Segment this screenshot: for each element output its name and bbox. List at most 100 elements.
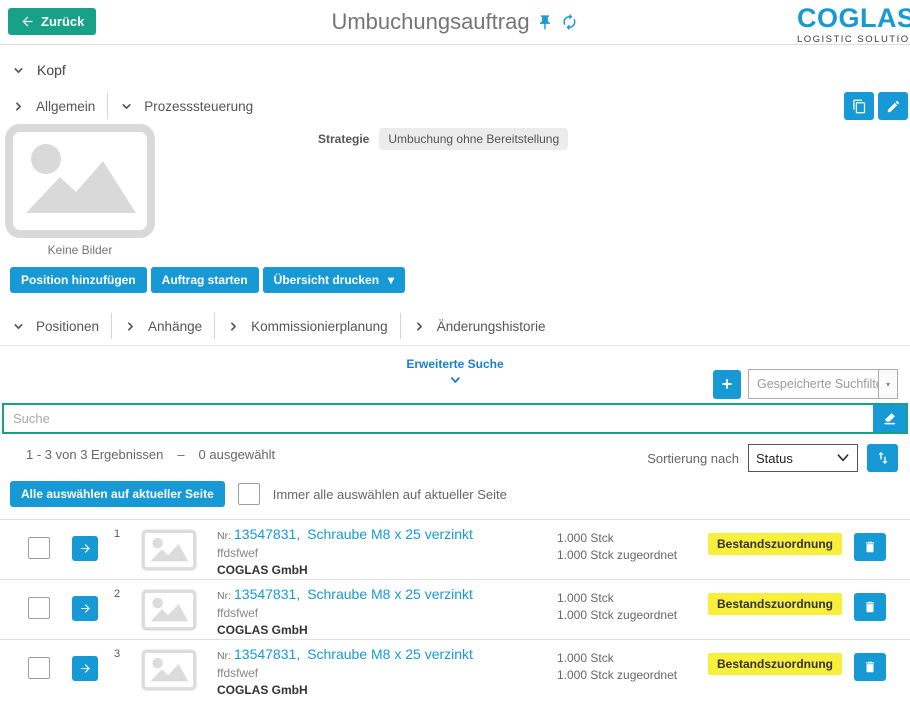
always-select-all-label: Immer alle auswählen auf aktueller Seite [273,487,507,502]
position-number: 13547831, [234,586,300,602]
copy-button[interactable] [844,92,874,120]
saved-filters-select[interactable]: Gespeicherte Suchfilter ▾ [748,369,898,399]
row-checkbox[interactable] [28,657,50,679]
image-placeholder-icon [4,123,156,239]
position-number: 13547831, [234,526,300,542]
back-button-label: Zurück [41,14,84,29]
positions-list: 1 Nr: 13547831,Schraube M8 x 25 verzinkt… [0,519,910,699]
divider [400,313,401,339]
arrow-right-icon [79,542,92,555]
caret-down-icon: ▾ [878,370,897,398]
position-row-2: 2 Nr: 13547831, Schraube M8 x 25 verzinkt… [0,579,910,639]
trash-icon [863,600,877,614]
nr-label: Nr: [217,591,231,602]
add-position-button[interactable]: Position hinzufügen [10,267,147,293]
position-name: Schraube M8 x 25 verzinkt [307,586,473,602]
strategie-field: Strategie Umbuchung ohne Bereitstellung [318,128,568,150]
sort-select[interactable]: Status [748,444,858,472]
trash-icon [863,540,877,554]
row-checkbox[interactable] [28,597,50,619]
image-placeholder [4,123,156,239]
results-count: 1 - 3 von 3 Ergebnissen [26,447,163,462]
tab-anhaenge-label: Anhänge [148,319,202,334]
print-overview-button[interactable]: Übersicht drucken ▾ [263,267,405,293]
thumbnail-placeholder [140,589,198,631]
open-position-button[interactable] [72,536,98,561]
select-all-row: Alle auswählen auf aktueller Seite Immer… [10,481,507,507]
saved-filters-group: + Gespeicherte Suchfilter ▾ [713,369,898,399]
tab-positionen[interactable]: Positionen [12,319,99,334]
back-button[interactable]: Zurück [8,8,96,35]
pin-icon[interactable] [537,14,554,31]
row-checkbox[interactable] [28,537,50,559]
chevron-down-icon [836,453,850,463]
chevron-right-icon [12,100,25,113]
row-index: 2 [114,588,120,600]
position-row-1: 1 Nr: 13547831,Schraube M8 x 25 verzinkt… [0,519,910,579]
quantity-block: 1.000 Stck 1.000 Stck zugeordnet [557,650,677,684]
thumbnail-placeholder [140,649,198,691]
select-all-button-label: Alle auswählen auf aktueller Seite [21,487,214,501]
delete-position-button[interactable] [854,653,886,681]
quantity: 1.000 Stck [557,650,677,667]
advanced-search-toggle[interactable]: Erweiterte Suche [406,357,503,385]
position-subtitle: ffdsfwef [217,667,473,679]
refresh-icon[interactable] [561,13,579,31]
select-all-button[interactable]: Alle auswählen auf aktueller Seite [10,481,225,507]
sort-direction-button[interactable] [867,444,898,472]
position-info: Nr: 13547831, Schraube M8 x 25 verzinkt f… [217,587,473,636]
chevron-down-icon [12,320,25,333]
section-kopf-toggle[interactable]: Kopf [12,62,66,78]
page-title: Umbuchungsauftrag [331,9,529,35]
toolbar: Position hinzufügen Auftrag starten Über… [10,267,405,293]
open-position-button[interactable] [72,656,98,681]
position-link[interactable]: 13547831, Schraube M8 x 25 verzinkt [234,527,473,541]
arrow-right-icon [79,662,92,675]
open-position-button[interactable] [72,596,98,621]
start-order-button[interactable]: Auftrag starten [151,267,259,293]
edit-button[interactable] [878,92,908,120]
print-overview-label: Übersicht drucken [274,273,379,287]
nr-label: Nr: [217,531,231,542]
results-summary: 1 - 3 von 3 Ergebnissen – 0 ausgewählt [26,447,275,462]
brand-tagline: LOGISTIC SOLUTION [797,35,910,45]
tab-kommissionierplanung[interactable]: Kommissionierplanung [227,319,388,334]
search-bar [2,403,908,434]
nr-label: Nr: [217,651,231,662]
results-dash: – [177,447,184,462]
eraser-icon [882,411,897,426]
divider [214,313,215,339]
position-company: COGLAS GmbH [217,564,473,576]
delete-position-button[interactable] [854,593,886,621]
always-select-all-checkbox[interactable] [238,483,260,505]
position-link[interactable]: 13547831,Schraube M8 x 25 verzinkt [234,647,473,661]
tab-positionen-label: Positionen [36,319,99,334]
divider [111,313,112,339]
position-name: Schraube M8 x 25 verzinkt [307,526,473,542]
sort-controls: Sortierung nach Status [647,444,898,472]
selected-count: 0 ausgewählt [199,447,276,462]
tab-anhaenge[interactable]: Anhänge [124,319,202,334]
tab-aenderungshistorie[interactable]: Änderungshistorie [413,319,546,334]
position-row-3: 3 Nr: 13547831,Schraube M8 x 25 verzinkt… [0,639,910,699]
tab-prozesssteuerung[interactable]: Prozesssteuerung [120,99,253,114]
tab-kommissionierplanung-label: Kommissionierplanung [251,319,388,334]
image-placeholder-icon [140,649,198,691]
add-filter-button[interactable]: + [713,370,741,399]
quantity: 1.000 Stck [557,530,677,547]
chevron-down-icon [120,100,133,113]
no-images-label: Keine Bilder [4,243,156,257]
page-title-wrap: Umbuchungsauftrag [331,9,578,35]
thumbnail-placeholder [140,529,198,571]
delete-position-button[interactable] [854,533,886,561]
clear-search-button[interactable] [873,405,906,432]
divider-line [0,345,910,346]
tab-allgemein[interactable]: Allgemein [12,99,95,114]
sort-arrows-icon [875,450,891,466]
search-input[interactable] [4,405,873,432]
tab-aenderungshistorie-label: Änderungshistorie [437,319,546,334]
position-link[interactable]: 13547831, Schraube M8 x 25 verzinkt [234,587,473,601]
brand-logo: COGLAS LOGISTIC SOLUTION [797,5,910,45]
position-subtitle: ffdsfwef [217,607,473,619]
tab-allgemein-label: Allgemein [36,99,95,114]
